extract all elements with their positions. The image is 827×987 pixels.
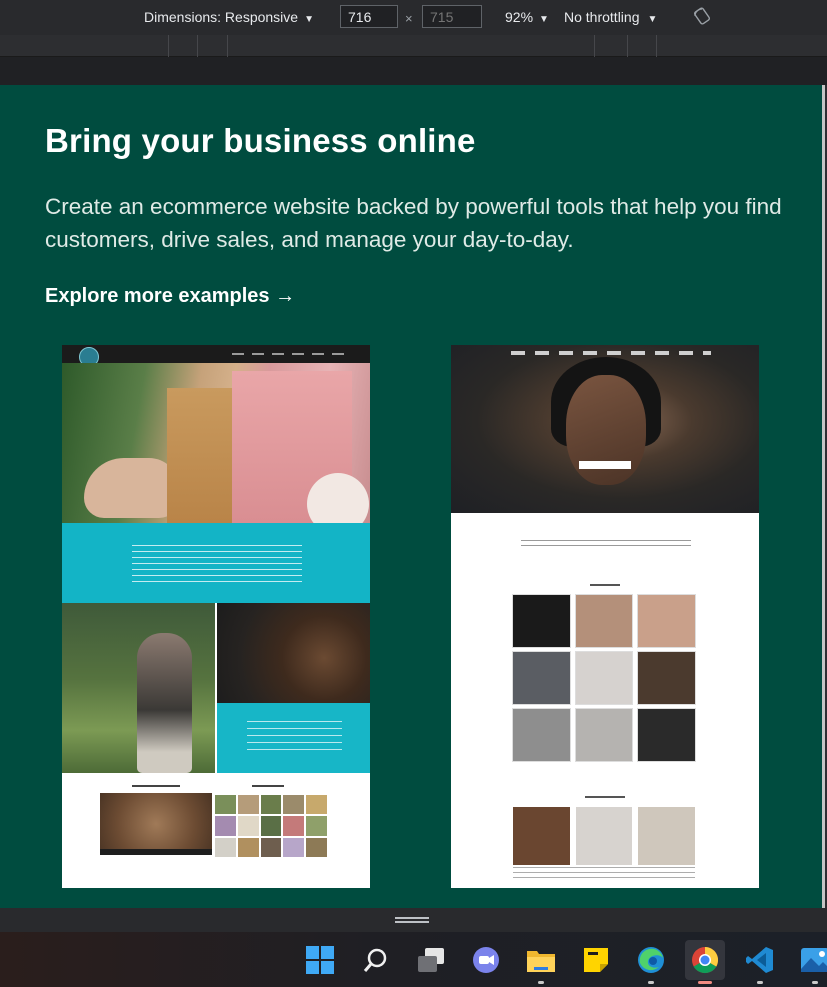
explore-more-examples-link[interactable]: Explore more examples →: [45, 285, 295, 308]
search-icon[interactable]: [356, 940, 396, 980]
newsletter-block: [217, 703, 370, 773]
viewport-gap: [0, 57, 827, 85]
collections-grid: [513, 595, 695, 761]
throttling-dropdown[interactable]: No throttling ▼: [564, 9, 657, 25]
coffee-farmer-image: [62, 603, 215, 773]
sticky-notes-icon[interactable]: [576, 940, 616, 980]
coffee-store-example[interactable]: [62, 345, 370, 888]
intro-text-block: [62, 523, 370, 603]
chrome-icon[interactable]: [685, 940, 725, 984]
product-captions: [513, 867, 695, 881]
edge-icon[interactable]: [631, 940, 671, 984]
jewelry-store-example[interactable]: [451, 345, 759, 888]
page-scrollbar-thumb[interactable]: [822, 85, 825, 908]
windows-start-icon[interactable]: [300, 940, 340, 980]
width-input[interactable]: [340, 5, 398, 28]
devtools-drawer-handle[interactable]: [0, 908, 827, 932]
chevron-down-icon: ▼: [539, 14, 549, 25]
vscode-icon[interactable]: [740, 940, 780, 984]
page-viewport: Bring your business online Create an eco…: [0, 85, 822, 908]
media-query-ruler[interactable]: [0, 35, 827, 57]
devtools-device-toolbar: Dimensions: Responsive ▼ × 92% ▼ No thrott…: [0, 0, 827, 35]
rotate-icon[interactable]: [693, 7, 711, 25]
page-title: Bring your business online: [45, 122, 476, 159]
dimension-separator: ×: [405, 11, 413, 26]
photos-icon[interactable]: [795, 940, 827, 984]
featured-products-heading: [451, 785, 759, 798]
dimensions-dropdown[interactable]: Dimensions: Responsive ▼: [144, 9, 314, 25]
jewelry-model-image: [451, 345, 759, 513]
zoom-dropdown[interactable]: 92% ▼: [505, 9, 549, 25]
example-nav-bar: [62, 345, 370, 367]
file-explorer-icon[interactable]: [521, 940, 561, 984]
hero-button: [579, 461, 631, 469]
chevron-down-icon: ▼: [647, 14, 658, 25]
video-thumbnail: [100, 793, 212, 855]
page-subheading: Create an ecommerce website backed by po…: [45, 194, 782, 252]
instagram-grid: [215, 795, 327, 857]
teams-chat-icon[interactable]: [466, 940, 506, 980]
intro-text-block: [521, 540, 691, 550]
coffee-bag-image: [62, 363, 370, 535]
throttling-label: No throttling: [564, 9, 640, 25]
dimensions-label: Dimensions: Responsive: [144, 9, 299, 25]
task-view-icon[interactable]: [411, 940, 451, 980]
example-footer-section: [62, 773, 370, 888]
height-input[interactable]: [422, 5, 482, 28]
drag-handle-icon: [395, 917, 429, 919]
chevron-down-icon: ▼: [304, 14, 314, 25]
collections-heading: [451, 573, 759, 586]
zoom-label: 92%: [505, 9, 534, 25]
windows-taskbar: [0, 932, 827, 987]
featured-products-grid: [513, 807, 695, 865]
coffee-beans-image: [217, 603, 370, 703]
